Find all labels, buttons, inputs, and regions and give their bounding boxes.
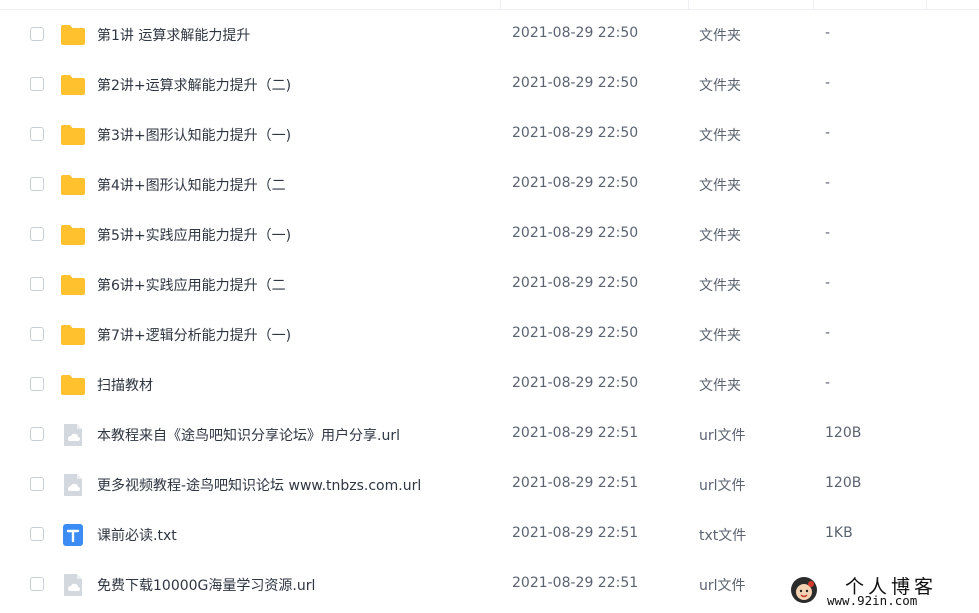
avatar-icon bbox=[791, 577, 817, 603]
file-size: - bbox=[825, 175, 831, 191]
file-row[interactable]: 第2讲+运算求解能力提升（二) 2021-08-29 22:50 文件夹 - bbox=[0, 60, 979, 110]
file-row[interactable]: 第4讲+图形认知能力提升（二 2021-08-29 22:50 文件夹 - bbox=[0, 160, 979, 210]
file-type: 文件夹 bbox=[699, 328, 741, 344]
file-type: txt文件 bbox=[699, 528, 747, 544]
file-modified-time: 2021-08-29 22:50 bbox=[512, 375, 639, 391]
file-row[interactable]: 第1讲 运算求解能力提升 2021-08-29 22:50 文件夹 - bbox=[0, 10, 979, 60]
file-name[interactable]: 第4讲+图形认知能力提升（二 bbox=[97, 175, 286, 195]
row-checkbox[interactable] bbox=[30, 177, 44, 191]
file-name[interactable]: 第7讲+逻辑分析能力提升（一) bbox=[97, 325, 291, 345]
file-size: - bbox=[825, 25, 831, 41]
table-header-edge bbox=[0, 0, 979, 10]
file-name[interactable]: 第2讲+运算求解能力提升（二) bbox=[97, 75, 291, 95]
file-type: url文件 bbox=[699, 478, 746, 494]
row-checkbox[interactable] bbox=[30, 127, 44, 141]
file-row[interactable]: 课前必读.txt 2021-08-29 22:51 txt文件 1KB bbox=[0, 510, 979, 560]
file-modified-time: 2021-08-29 22:50 bbox=[512, 275, 639, 291]
file-size: - bbox=[825, 325, 831, 341]
url-file-icon bbox=[60, 472, 86, 498]
folder-icon bbox=[60, 372, 86, 398]
file-name[interactable]: 第1讲 运算求解能力提升 bbox=[97, 25, 250, 45]
folder-icon bbox=[60, 322, 86, 348]
blog-watermark: 个人博客 www.92in.com bbox=[783, 571, 979, 613]
file-row[interactable]: 第6讲+实践应用能力提升（二 2021-08-29 22:50 文件夹 - bbox=[0, 260, 979, 310]
file-type: url文件 bbox=[699, 578, 746, 594]
row-checkbox[interactable] bbox=[30, 527, 44, 541]
file-type: 文件夹 bbox=[699, 228, 741, 244]
folder-icon bbox=[60, 272, 86, 298]
file-size: 120B bbox=[825, 425, 862, 441]
file-modified-time: 2021-08-29 22:51 bbox=[512, 475, 639, 491]
url-file-icon bbox=[60, 422, 86, 448]
file-name[interactable]: 第5讲+实践应用能力提升（一) bbox=[97, 225, 291, 245]
file-name[interactable]: 第3讲+图形认知能力提升（一) bbox=[97, 125, 291, 145]
file-size: 1KB bbox=[825, 525, 853, 541]
file-modified-time: 2021-08-29 22:50 bbox=[512, 75, 639, 91]
row-checkbox[interactable] bbox=[30, 377, 44, 391]
txt-file-icon bbox=[60, 522, 86, 548]
row-checkbox[interactable] bbox=[30, 427, 44, 441]
file-row[interactable]: 第5讲+实践应用能力提升（一) 2021-08-29 22:50 文件夹 - bbox=[0, 210, 979, 260]
file-modified-time: 2021-08-29 22:51 bbox=[512, 575, 639, 591]
file-name[interactable]: 更多视频教程-途鸟吧知识论坛 www.tnbzs.com.url bbox=[97, 475, 421, 495]
file-modified-time: 2021-08-29 22:51 bbox=[512, 425, 639, 441]
file-type: 文件夹 bbox=[699, 178, 741, 194]
file-type: 文件夹 bbox=[699, 28, 741, 44]
file-type: 文件夹 bbox=[699, 78, 741, 94]
file-name[interactable]: 扫描教材 bbox=[97, 375, 153, 395]
url-file-icon bbox=[60, 572, 86, 598]
file-modified-time: 2021-08-29 22:50 bbox=[512, 125, 639, 141]
file-row[interactable]: 第3讲+图形认知能力提升（一) 2021-08-29 22:50 文件夹 - bbox=[0, 110, 979, 160]
file-size: - bbox=[825, 225, 831, 241]
watermark-url: www.92in.com bbox=[827, 593, 918, 608]
file-size: - bbox=[825, 275, 831, 291]
file-row[interactable]: 本教程来自《途鸟吧知识分享论坛》用户分享.url 2021-08-29 22:51… bbox=[0, 410, 979, 460]
row-checkbox[interactable] bbox=[30, 277, 44, 291]
row-checkbox[interactable] bbox=[30, 77, 44, 91]
file-modified-time: 2021-08-29 22:50 bbox=[512, 25, 639, 41]
file-name[interactable]: 课前必读.txt bbox=[97, 525, 177, 545]
file-type: url文件 bbox=[699, 428, 746, 444]
file-name[interactable]: 免费下载10000G海量学习资源.url bbox=[97, 575, 315, 595]
row-checkbox[interactable] bbox=[30, 577, 44, 591]
file-type: 文件夹 bbox=[699, 278, 741, 294]
file-modified-time: 2021-08-29 22:51 bbox=[512, 525, 639, 541]
file-modified-time: 2021-08-29 22:50 bbox=[512, 225, 639, 241]
row-checkbox[interactable] bbox=[30, 27, 44, 41]
folder-icon bbox=[60, 122, 86, 148]
folder-icon bbox=[60, 172, 86, 198]
file-size: - bbox=[825, 375, 831, 391]
row-checkbox[interactable] bbox=[30, 327, 44, 341]
row-checkbox[interactable] bbox=[30, 227, 44, 241]
file-name[interactable]: 第6讲+实践应用能力提升（二 bbox=[97, 275, 286, 295]
folder-icon bbox=[60, 22, 86, 48]
folder-icon bbox=[60, 222, 86, 248]
file-row[interactable]: 扫描教材 2021-08-29 22:50 文件夹 - bbox=[0, 360, 979, 410]
file-row[interactable]: 更多视频教程-途鸟吧知识论坛 www.tnbzs.com.url 2021-08-… bbox=[0, 460, 979, 510]
file-type: 文件夹 bbox=[699, 378, 741, 394]
file-size: - bbox=[825, 75, 831, 91]
file-modified-time: 2021-08-29 22:50 bbox=[512, 175, 639, 191]
file-name[interactable]: 本教程来自《途鸟吧知识分享论坛》用户分享.url bbox=[97, 425, 400, 445]
file-modified-time: 2021-08-29 22:50 bbox=[512, 325, 639, 341]
file-row[interactable]: 第7讲+逻辑分析能力提升（一) 2021-08-29 22:50 文件夹 - bbox=[0, 310, 979, 360]
file-size: - bbox=[825, 125, 831, 141]
file-type: 文件夹 bbox=[699, 128, 741, 144]
row-checkbox[interactable] bbox=[30, 477, 44, 491]
file-size: 120B bbox=[825, 475, 862, 491]
folder-icon bbox=[60, 72, 86, 98]
